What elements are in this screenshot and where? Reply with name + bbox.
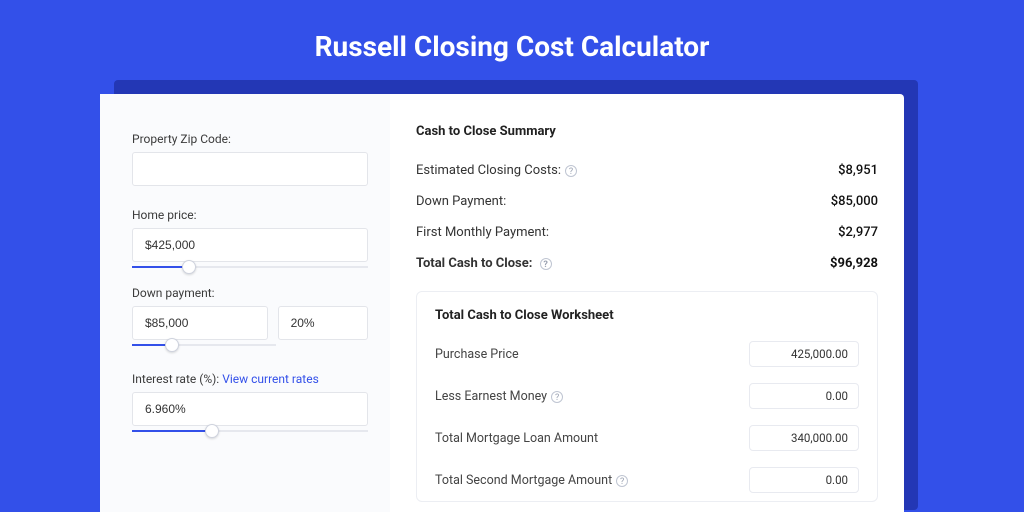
help-icon[interactable]: ? [540, 258, 552, 270]
interest-rate-label: Interest rate (%): View current rates [132, 372, 368, 386]
worksheet-row: Less Earnest Money? 0.00 [435, 375, 859, 417]
interest-rate-slider-fill [132, 430, 212, 432]
down-payment-slider-thumb[interactable] [165, 338, 179, 352]
home-price-input[interactable] [132, 228, 368, 262]
summary-row: Down Payment: $85,000 [416, 186, 878, 217]
home-price-slider[interactable] [132, 260, 368, 278]
summary-total-row: Total Cash to Close: ? $96,928 [416, 248, 878, 279]
summary-row-value: $2,977 [838, 225, 878, 240]
worksheet-row-key: Less Earnest Money? [435, 389, 563, 404]
worksheet-row-key: Total Second Mortgage Amount? [435, 473, 628, 488]
worksheet-card: Total Cash to Close Worksheet Purchase P… [416, 291, 878, 502]
interest-rate-slider-thumb[interactable] [205, 424, 219, 438]
down-payment-input[interactable] [132, 306, 268, 340]
view-rates-link[interactable]: View current rates [222, 372, 319, 386]
zip-input[interactable] [132, 152, 368, 186]
page-background: Russell Closing Cost Calculator Property… [0, 0, 1024, 512]
worksheet-row: Purchase Price 425,000.00 [435, 333, 859, 375]
interest-rate-label-text: Interest rate (%): [132, 372, 219, 386]
worksheet-rows: Purchase Price 425,000.00 Less Earnest Mon… [435, 333, 859, 501]
summary-row: First Monthly Payment: $2,977 [416, 217, 878, 248]
summary-total-value: $96,928 [830, 256, 878, 271]
worksheet-row-value[interactable]: 0.00 [749, 467, 859, 493]
down-payment-label: Down payment: [132, 286, 368, 300]
summary-rows: Estimated Closing Costs:? $8,951 Down Paym… [416, 155, 878, 248]
summary-heading: Cash to Close Summary [416, 124, 878, 139]
summary-row-key: Estimated Closing Costs:? [416, 163, 577, 178]
worksheet-row: Total Mortgage Loan Amount 340,000.00 [435, 417, 859, 459]
home-price-label: Home price: [132, 208, 368, 222]
interest-rate-input[interactable] [132, 392, 368, 426]
results-panel: Cash to Close Summary Estimated Closing … [390, 94, 904, 512]
inputs-panel: Property Zip Code: Home price: Down paym… [100, 94, 390, 512]
page-title: Russell Closing Cost Calculator [0, 0, 1024, 63]
summary-total-key: Total Cash to Close: ? [416, 256, 552, 271]
worksheet-row: Total Second Mortgage Amount? 0.00 [435, 459, 859, 501]
help-icon[interactable]: ? [551, 391, 563, 403]
down-payment-pct-input[interactable] [278, 306, 368, 340]
summary-total-key-text: Total Cash to Close: [416, 256, 532, 271]
summary-row-value: $8,951 [838, 163, 878, 178]
summary-row-key: First Monthly Payment: [416, 225, 549, 240]
summary-row-key: Down Payment: [416, 194, 506, 209]
worksheet-row-key: Total Mortgage Loan Amount [435, 431, 598, 446]
help-icon[interactable]: ? [616, 475, 628, 487]
interest-rate-slider[interactable] [132, 424, 368, 442]
worksheet-row-value[interactable]: 0.00 [749, 383, 859, 409]
help-icon[interactable]: ? [565, 165, 577, 177]
home-price-slider-thumb[interactable] [182, 260, 196, 274]
home-price-slider-fill [132, 266, 189, 268]
worksheet-row-value[interactable]: 425,000.00 [749, 341, 859, 367]
zip-label: Property Zip Code: [132, 132, 368, 146]
calculator-card: Property Zip Code: Home price: Down paym… [100, 94, 904, 512]
summary-row: Estimated Closing Costs:? $8,951 [416, 155, 878, 186]
worksheet-row-value[interactable]: 340,000.00 [749, 425, 859, 451]
worksheet-row-key: Purchase Price [435, 347, 519, 362]
summary-row-value: $85,000 [831, 194, 878, 209]
worksheet-heading: Total Cash to Close Worksheet [435, 308, 859, 323]
down-payment-slider[interactable] [132, 338, 276, 356]
